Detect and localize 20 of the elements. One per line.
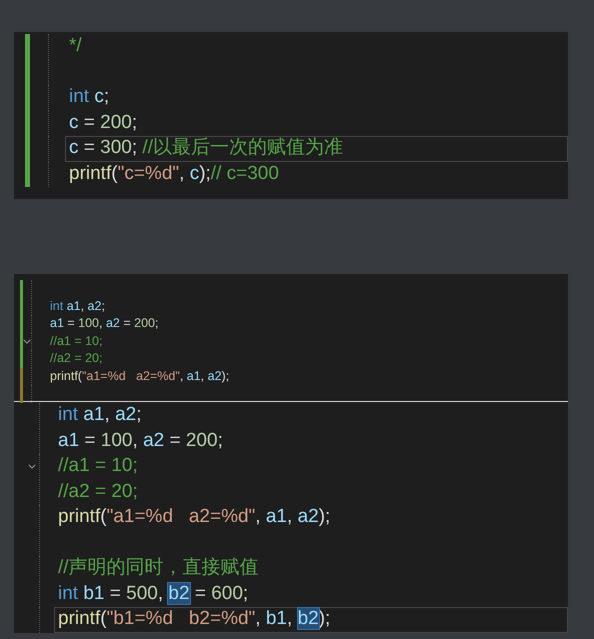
- collapse-chevron-icon[interactable]: [28, 464, 36, 470]
- code-line: int b1 = 500, b2 = 600;: [58, 582, 248, 606]
- code-line: int a1, a2;: [58, 404, 142, 428]
- code-line: a1 = 100, a2 = 200;: [50, 316, 158, 332]
- code-line: */: [69, 35, 82, 58]
- code-line: int c;: [69, 86, 110, 110]
- code-line: printf("a1=%d a2=%d", a1, a2);: [50, 368, 230, 384]
- code-line: printf("a1=%d a2=%d", a1, a2);: [58, 506, 330, 530]
- code-line: c = 200;: [69, 112, 138, 135]
- code-line: //a1 = 10;: [58, 455, 138, 478]
- code-line: c = 300; //以最后一次的赋值为准: [69, 137, 343, 160]
- code-line: printf("b1=%d b2=%d", b1, b2);: [58, 608, 330, 632]
- code-line: a1 = 100, a2 = 200;: [58, 430, 223, 453]
- code-line: printf("c=%d", c);// c=300: [69, 162, 279, 186]
- code-line: //a1 = 10;: [50, 334, 102, 349]
- code-line: //a2 = 20;: [50, 351, 102, 366]
- code-line: //a2 = 20;: [58, 480, 138, 504]
- code-line: //声明的同时，直接赋值: [58, 557, 259, 580]
- code-line: int a1, a2;: [50, 298, 105, 314]
- collapse-chevron-icon[interactable]: [23, 338, 31, 344]
